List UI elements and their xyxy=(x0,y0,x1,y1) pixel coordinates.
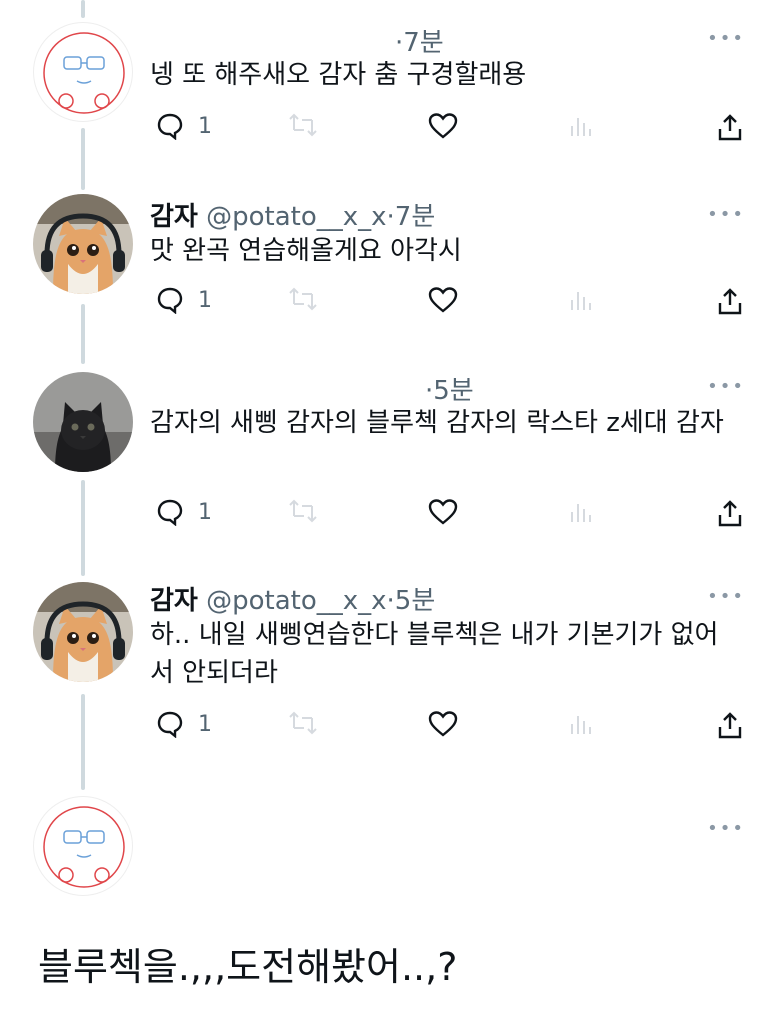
retweet-button[interactable] xyxy=(288,286,318,312)
display-name[interactable]: 감자 xyxy=(150,586,198,616)
reply-icon xyxy=(157,287,183,314)
share-icon xyxy=(718,288,742,315)
retweet-button[interactable] xyxy=(288,112,318,138)
timestamp: ·5분 xyxy=(386,586,436,616)
more-icon[interactable]: ••• xyxy=(707,586,745,607)
user-handle[interactable]: @potato__x_x xyxy=(206,202,386,232)
reply-button[interactable]: 1 xyxy=(156,710,212,738)
like-icon xyxy=(428,499,458,525)
tweet[interactable]: 감자 @potato__x_x·5분 ••• 하.. 내일 새삥연습한다 블루첵… xyxy=(0,566,773,780)
cat-headset-avatar-icon xyxy=(33,194,133,294)
avatar[interactable] xyxy=(33,22,133,122)
like-button[interactable] xyxy=(428,498,458,526)
retweet-button[interactable] xyxy=(288,498,318,524)
views-icon xyxy=(571,292,591,310)
views-icon xyxy=(571,716,591,734)
reply-icon xyxy=(157,113,183,140)
reply-button[interactable]: 1 xyxy=(156,498,212,526)
reply-icon xyxy=(157,711,183,738)
action-bar: 1 xyxy=(150,286,750,320)
more-icon[interactable]: ••• xyxy=(707,28,745,49)
reply-count: 1 xyxy=(198,711,212,737)
views-button[interactable] xyxy=(568,710,594,736)
more-icon[interactable]: ••• xyxy=(707,818,745,839)
more-icon[interactable]: ••• xyxy=(707,376,745,397)
retweet-icon xyxy=(289,499,317,523)
share-button[interactable] xyxy=(716,710,744,740)
retweet-icon xyxy=(289,287,317,311)
reply-button[interactable]: 1 xyxy=(156,286,212,314)
share-icon xyxy=(718,500,742,527)
retweet-button[interactable] xyxy=(288,710,318,736)
display-name[interactable]: 감자 xyxy=(150,202,198,232)
doodle-glasses-avatar-icon xyxy=(43,32,125,114)
cat-headset-avatar-icon xyxy=(33,582,133,682)
views-button[interactable] xyxy=(568,112,594,138)
views-button[interactable] xyxy=(568,286,594,312)
reply-count: 1 xyxy=(198,499,212,525)
caption-text: 블루첵을.,,,도전해봤어..,? xyxy=(38,945,458,989)
tweet-text: 하.. 내일 새삥연습한다 블루첵은 내가 기본기가 없어서 안되더라 xyxy=(150,620,719,688)
tweet-header: 감자 @potato__x_x·7분 xyxy=(150,196,435,233)
tweet-header: ·7분 xyxy=(395,22,444,59)
user-handle[interactable]: @potato__x_x xyxy=(206,586,386,616)
share-button[interactable] xyxy=(716,286,744,316)
like-icon xyxy=(428,711,458,737)
doodle-glasses-avatar-icon xyxy=(43,806,125,888)
like-button[interactable] xyxy=(428,112,458,140)
tweet[interactable]: 감자 @potato__x_x·7분 ••• 맛 완곡 연습해올게요 아각시 1 xyxy=(0,180,773,356)
views-icon xyxy=(571,118,591,136)
avatar[interactable] xyxy=(33,372,133,472)
tweet-text: 넹 또 해주새오 감자 춤 구경할래용 xyxy=(150,60,527,90)
views-button[interactable] xyxy=(568,498,594,524)
timestamp: ·5분 xyxy=(425,376,474,406)
share-button[interactable] xyxy=(716,112,744,142)
share-icon xyxy=(718,712,742,739)
avatar[interactable] xyxy=(33,796,133,896)
reply-icon xyxy=(157,499,183,526)
avatar[interactable] xyxy=(33,582,133,682)
tweet-header: ·5분 xyxy=(425,370,474,407)
reply-count: 1 xyxy=(198,113,212,139)
like-button[interactable] xyxy=(428,710,458,738)
tweet[interactable]: ·5분 ••• 감자의 새삥 감자의 블루첵 감자의 락스타 z세대 감자 1 xyxy=(0,356,773,566)
like-icon xyxy=(428,113,458,139)
action-bar: 1 xyxy=(150,710,750,744)
avatar[interactable] xyxy=(33,194,133,294)
timestamp: ·7분 xyxy=(386,202,436,232)
tweet-header: 감자 @potato__x_x·5분 xyxy=(150,580,435,617)
black-kitten-avatar-icon xyxy=(33,372,133,472)
tweet[interactable]: ·7분 ••• 넹 또 해주새오 감자 춤 구경할래용 1 xyxy=(0,0,773,180)
timestamp: ·7분 xyxy=(395,28,444,58)
action-bar: 1 xyxy=(150,498,750,532)
reply-count: 1 xyxy=(198,287,212,313)
like-button[interactable] xyxy=(428,286,458,314)
tweet[interactable]: ••• xyxy=(0,790,773,920)
retweet-icon xyxy=(289,711,317,735)
action-bar: 1 xyxy=(150,112,750,146)
tweet-text: 맛 완곡 연습해올게요 아각시 xyxy=(150,236,462,266)
more-icon[interactable]: ••• xyxy=(707,204,745,225)
reply-button[interactable]: 1 xyxy=(156,112,212,140)
retweet-icon xyxy=(289,113,317,137)
views-icon xyxy=(571,504,591,522)
like-icon xyxy=(428,287,458,313)
tweet-text: 감자의 새삥 감자의 블루첵 감자의 락스타 z세대 감자 xyxy=(150,408,724,438)
share-icon xyxy=(718,114,742,141)
share-button[interactable] xyxy=(716,498,744,528)
